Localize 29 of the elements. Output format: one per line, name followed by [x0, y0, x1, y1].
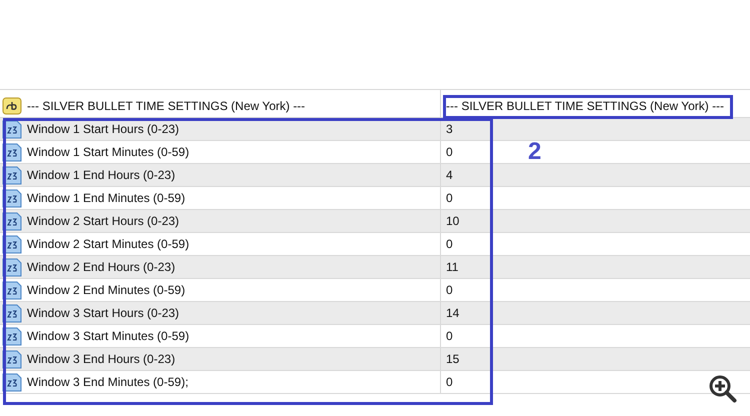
parameter-value[interactable]: --- SILVER BULLET TIME SETTINGS (New York) --- — [441, 97, 724, 115]
parameter-name: Window 3 End Hours (0-23) — [27, 351, 176, 368]
parameter-value[interactable]: 0 — [441, 235, 453, 253]
parameter-value[interactable]: 14 — [441, 304, 460, 322]
parameter-value[interactable]: 11 — [441, 258, 458, 276]
annotation-label: 2 — [528, 137, 542, 167]
parameter-name: Window 2 Start Hours (0-23) — [27, 213, 180, 230]
parameter-value[interactable]: 3 — [441, 120, 453, 138]
parameter-name: Window 1 End Minutes (0-59) — [27, 190, 186, 207]
parameter-name: Window 1 Start Hours (0-23) — [27, 121, 180, 138]
parameter-value[interactable]: 0 — [441, 189, 453, 207]
parameter-name: Window 2 Start Minutes (0-59) — [27, 236, 190, 253]
parameter-name: Window 2 End Hours (0-23) — [27, 259, 176, 276]
parameter-value[interactable]: 0 — [441, 281, 453, 299]
parameter-value[interactable]: 4 — [441, 166, 453, 184]
parameter-name: Window 3 Start Minutes (0-59) — [27, 328, 190, 345]
parameter-name: Window 2 End Minutes (0-59) — [27, 282, 186, 299]
parameter-value[interactable]: 0 — [441, 373, 453, 391]
parameter-name: Window 1 End Hours (0-23) — [27, 167, 176, 184]
parameter-name: Window 3 End Minutes (0-59); — [27, 374, 188, 391]
parameter-name: Window 3 Start Hours (0-23) — [27, 305, 180, 322]
parameter-value[interactable]: 0 — [441, 327, 453, 345]
string-type-icon — [2, 97, 22, 115]
parameter-value[interactable]: 10 — [441, 212, 460, 230]
parameter-value[interactable]: 15 — [441, 350, 460, 368]
zoom-in-icon[interactable] — [709, 375, 737, 403]
parameter-name: Window 1 Start Minutes (0-59) — [27, 144, 190, 161]
parameter-name: --- SILVER BULLET TIME SETTINGS (New York) --- — [27, 98, 306, 115]
parameter-value[interactable]: 0 — [441, 143, 453, 161]
